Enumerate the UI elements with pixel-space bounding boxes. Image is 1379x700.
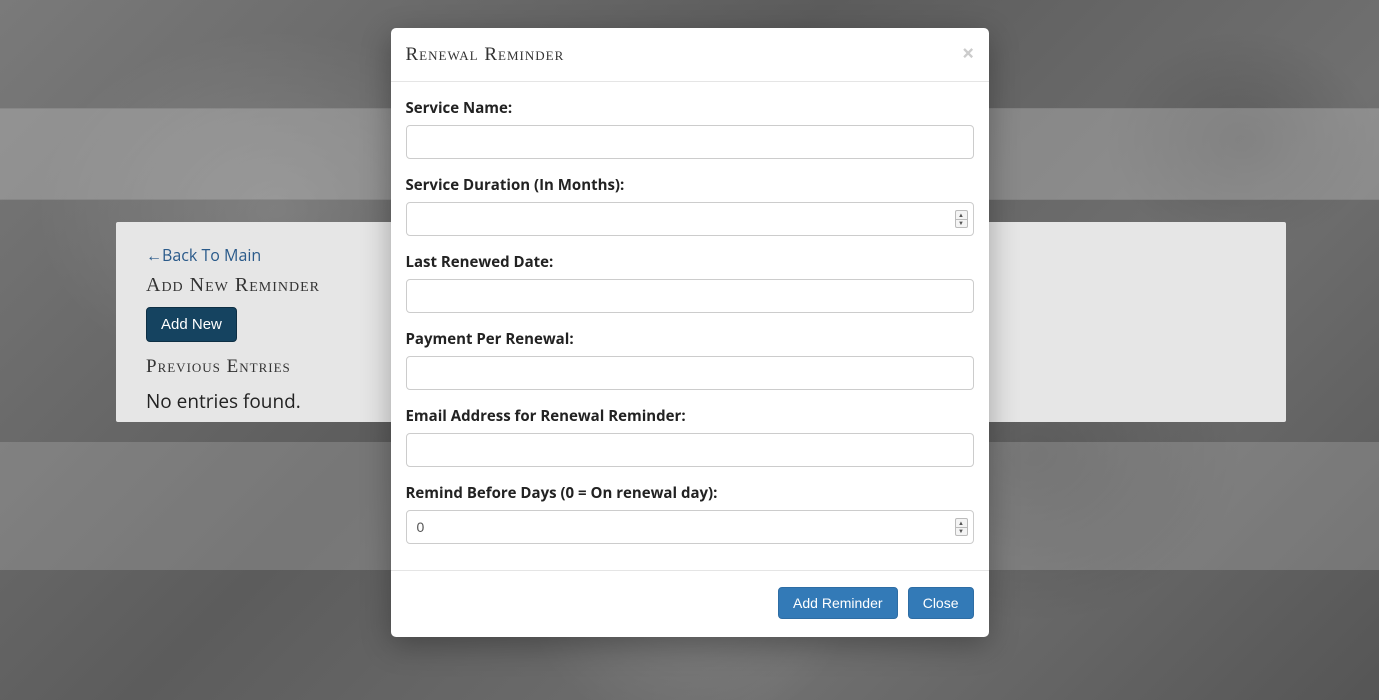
last-renewed-input[interactable] [406, 279, 974, 313]
last-renewed-label: Last Renewed Date: [406, 252, 974, 272]
chevron-up-icon[interactable]: ▲ [956, 211, 967, 220]
payment-input[interactable] [406, 356, 974, 390]
close-icon[interactable]: × [962, 42, 975, 64]
service-duration-input[interactable] [406, 202, 974, 236]
service-name-input[interactable] [406, 125, 974, 159]
close-button[interactable]: Close [908, 587, 974, 619]
renewal-reminder-modal: Renewal Reminder × Service Name: Service… [391, 28, 989, 637]
chevron-down-icon[interactable]: ▼ [956, 528, 967, 536]
modal-overlay: Renewal Reminder × Service Name: Service… [0, 0, 1379, 700]
payment-label: Payment Per Renewal: [406, 329, 974, 349]
remind-before-stepper[interactable]: ▲ ▼ [955, 518, 968, 536]
duration-stepper[interactable]: ▲ ▼ [955, 210, 968, 228]
modal-header: Renewal Reminder × [391, 28, 989, 82]
modal-body: Service Name: Service Duration (In Month… [391, 82, 989, 570]
remind-before-input[interactable] [406, 510, 974, 544]
service-name-label: Service Name: [406, 98, 974, 118]
remind-before-label: Remind Before Days (0 = On renewal day): [406, 483, 974, 503]
modal-footer: Add Reminder Close [391, 570, 989, 637]
service-duration-label: Service Duration (In Months): [406, 175, 974, 195]
add-reminder-button[interactable]: Add Reminder [778, 587, 898, 619]
chevron-up-icon[interactable]: ▲ [956, 519, 967, 528]
email-label: Email Address for Renewal Reminder: [406, 406, 974, 426]
modal-title: Renewal Reminder [406, 44, 974, 66]
chevron-down-icon[interactable]: ▼ [956, 220, 967, 228]
email-input[interactable] [406, 433, 974, 467]
